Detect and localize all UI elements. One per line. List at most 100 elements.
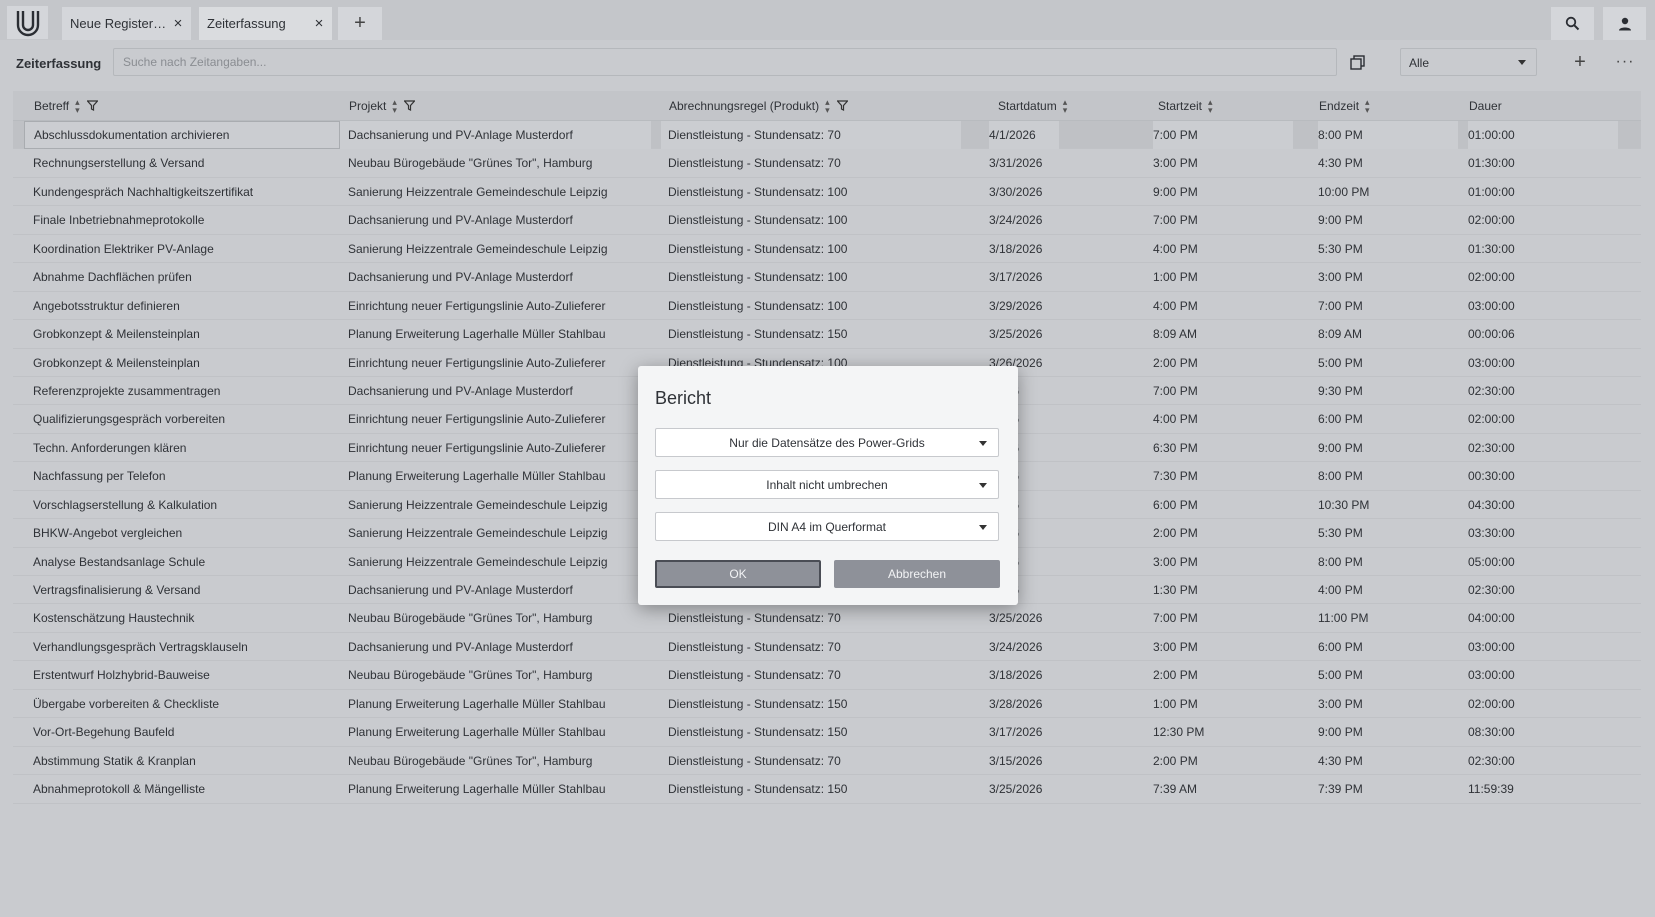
cell-startzeit[interactable]: 3:00 PM	[1153, 149, 1293, 177]
cell-abrechnungsregel[interactable]: Dienstleistung - Stundensatz: 100	[668, 292, 968, 320]
cell-dauer[interactable]: 01:30:00	[1468, 149, 1618, 177]
user-button[interactable]	[1603, 7, 1646, 40]
sort-icon[interactable]: ▴ ▾	[392, 97, 397, 114]
cell-endzeit[interactable]: 10:30 PM	[1318, 491, 1458, 519]
cell-startdatum[interactable]: 3/25/2026	[989, 775, 1059, 803]
column-header-endzeit[interactable]: Endzeit ▴ ▾	[1319, 91, 1370, 120]
cell-betreff[interactable]: Techn. Anforderungen klären	[24, 434, 340, 462]
cell-betreff[interactable]: BHKW-Angebot vergleichen	[24, 519, 340, 547]
cell-endzeit[interactable]: 4:30 PM	[1318, 747, 1458, 775]
more-button[interactable]: ···	[1613, 50, 1637, 74]
cell-abrechnungsregel[interactable]: Dienstleistung - Stundensatz: 100	[668, 178, 968, 206]
cell-dauer[interactable]: 01:30:00	[1468, 235, 1618, 263]
search-button[interactable]	[1551, 7, 1594, 40]
cell-dauer[interactable]: 02:30:00	[1468, 576, 1618, 604]
table-row[interactable]: Verhandlungsgespräch Vertragsklauseln Dac…	[13, 633, 1641, 662]
cell-abrechnungsregel[interactable]: Dienstleistung - Stundensatz: 70	[668, 747, 968, 775]
cell-betreff[interactable]: Referenzprojekte zusammentragen	[24, 377, 340, 405]
cell-projekt[interactable]: Sanierung Heizzentrale Gemeindeschule Le…	[340, 548, 651, 576]
cell-startdatum[interactable]: 3/17/2026	[989, 263, 1059, 291]
cell-betreff[interactable]: Kundengespräch Nachhaltigkeitszertifikat	[24, 178, 340, 206]
cell-startzeit[interactable]: 7:00 PM	[1153, 377, 1293, 405]
cell-dauer[interactable]: 03:00:00	[1468, 661, 1618, 689]
cell-dauer[interactable]: 00:30:00	[1468, 462, 1618, 490]
table-row[interactable]: Angebotsstruktur definieren Einrichtung n…	[13, 292, 1641, 321]
table-row[interactable]: Rechnungserstellung & Versand Neubau Büro…	[13, 149, 1641, 178]
cell-startzeit[interactable]: 4:00 PM	[1153, 292, 1293, 320]
cell-projekt[interactable]: Dachsanierung und PV-Anlage Musterdorf	[340, 121, 651, 149]
cell-dauer[interactable]: 03:00:00	[1468, 633, 1618, 661]
cell-abrechnungsregel[interactable]: Dienstleistung - Stundensatz: 70	[668, 604, 968, 632]
cell-projekt[interactable]: Dachsanierung und PV-Anlage Musterdorf	[340, 576, 651, 604]
filter-icon[interactable]	[86, 100, 98, 111]
sort-icon[interactable]: ▴ ▾	[825, 97, 830, 114]
cell-startzeit[interactable]: 2:00 PM	[1153, 519, 1293, 547]
cell-startzeit[interactable]: 7:00 PM	[1153, 604, 1293, 632]
add-tab-button[interactable]: +	[338, 7, 382, 40]
cell-startzeit[interactable]: 3:00 PM	[1153, 633, 1293, 661]
cell-startzeit[interactable]: 8:09 AM	[1153, 320, 1293, 348]
cell-endzeit[interactable]: 11:00 PM	[1318, 604, 1458, 632]
cell-endzeit[interactable]: 9:00 PM	[1318, 434, 1458, 462]
ok-button[interactable]: OK	[655, 560, 821, 588]
cell-startzeit[interactable]: 3:00 PM	[1153, 548, 1293, 576]
cell-betreff[interactable]: Abnahmeprotokoll & Mängelliste	[24, 775, 340, 803]
cell-betreff[interactable]: Finale Inbetriebnahmeprotokolle	[24, 206, 340, 234]
cell-projekt[interactable]: Sanierung Heizzentrale Gemeindeschule Le…	[340, 235, 651, 263]
cell-startdatum[interactable]: 3/24/2026	[989, 633, 1059, 661]
cell-projekt[interactable]: Neubau Bürogebäude "Grünes Tor", Hamburg	[340, 661, 651, 689]
cell-projekt[interactable]: Einrichtung neuer Fertigungslinie Auto-Z…	[340, 292, 651, 320]
cell-abrechnungsregel[interactable]: Dienstleistung - Stundensatz: 100	[668, 206, 968, 234]
cell-betreff[interactable]: Vertragsfinalisierung & Versand	[24, 576, 340, 604]
add-entry-button[interactable]: +	[1568, 50, 1592, 74]
filter-icon[interactable]	[403, 100, 415, 111]
cell-dauer[interactable]: 02:30:00	[1468, 747, 1618, 775]
cell-abrechnungsregel[interactable]: Dienstleistung - Stundensatz: 70	[661, 121, 961, 149]
cell-startdatum[interactable]: 3/31/2026	[989, 149, 1059, 177]
table-row[interactable]: Übergabe vorbereiten & Checkliste Planung…	[13, 690, 1641, 719]
cell-startdatum[interactable]: 3/24/2026	[989, 206, 1059, 234]
table-row[interactable]: Finale Inbetriebnahmeprotokolle Dachsanie…	[13, 206, 1641, 235]
cell-betreff[interactable]: Abstimmung Statik & Kranplan	[24, 747, 340, 775]
cell-projekt[interactable]: Dachsanierung und PV-Anlage Musterdorf	[340, 377, 651, 405]
cell-startzeit[interactable]: 6:30 PM	[1153, 434, 1293, 462]
cell-endzeit[interactable]: 6:00 PM	[1318, 633, 1458, 661]
table-row[interactable]: Erstentwurf Holzhybrid-Bauweise Neubau Bü…	[13, 661, 1641, 690]
cell-betreff[interactable]: Rechnungserstellung & Versand	[24, 149, 340, 177]
search-input[interactable]	[113, 48, 1337, 76]
cell-dauer[interactable]: 02:00:00	[1468, 263, 1618, 291]
cell-endzeit[interactable]: 10:00 PM	[1318, 178, 1458, 206]
cell-startzeit[interactable]: 1:30 PM	[1153, 576, 1293, 604]
cell-abrechnungsregel[interactable]: Dienstleistung - Stundensatz: 150	[668, 320, 968, 348]
cell-endzeit[interactable]: 5:00 PM	[1318, 661, 1458, 689]
format-select[interactable]: DIN A4 im Querformat	[655, 512, 999, 541]
table-row[interactable]: Vor-Ort-Begehung Baufeld Planung Erweiter…	[13, 718, 1641, 747]
cell-projekt[interactable]: Einrichtung neuer Fertigungslinie Auto-Z…	[340, 349, 651, 377]
table-row[interactable]: Abnahme Dachflächen prüfen Dachsanierung …	[13, 263, 1641, 292]
cell-projekt[interactable]: Planung Erweiterung Lagerhalle Müller St…	[340, 718, 651, 746]
copy-button[interactable]	[1345, 50, 1369, 74]
cell-startzeit[interactable]: 7:30 PM	[1153, 462, 1293, 490]
cell-endzeit[interactable]: 5:00 PM	[1318, 349, 1458, 377]
cell-betreff[interactable]: Erstentwurf Holzhybrid-Bauweise	[24, 661, 340, 689]
cell-dauer[interactable]: 02:30:00	[1468, 377, 1618, 405]
cell-dauer[interactable]: 01:00:00	[1468, 178, 1618, 206]
cancel-button[interactable]: Abbrechen	[834, 560, 1000, 588]
cell-endzeit[interactable]: 9:30 PM	[1318, 377, 1458, 405]
cell-abrechnungsregel[interactable]: Dienstleistung - Stundensatz: 70	[668, 149, 968, 177]
cell-abrechnungsregel[interactable]: Dienstleistung - Stundensatz: 100	[668, 263, 968, 291]
filter-select[interactable]: Alle	[1400, 48, 1537, 76]
column-header-startzeit[interactable]: Startzeit ▴ ▾	[1158, 91, 1213, 120]
cell-projekt[interactable]: Sanierung Heizzentrale Gemeindeschule Le…	[340, 519, 651, 547]
cell-betreff[interactable]: Verhandlungsgespräch Vertragsklauseln	[24, 633, 340, 661]
cell-startdatum[interactable]: 3/17/2026	[989, 718, 1059, 746]
cell-projekt[interactable]: Dachsanierung und PV-Anlage Musterdorf	[340, 206, 651, 234]
close-icon[interactable]: ×	[312, 15, 326, 32]
filter-icon[interactable]	[836, 100, 848, 111]
cell-dauer[interactable]: 04:30:00	[1468, 491, 1618, 519]
cell-startdatum[interactable]: 4/1/2026	[989, 121, 1059, 149]
cell-dauer[interactable]: 02:30:00	[1468, 434, 1618, 462]
cell-projekt[interactable]: Planung Erweiterung Lagerhalle Müller St…	[340, 775, 651, 803]
cell-startzeit[interactable]: 1:00 PM	[1153, 690, 1293, 718]
cell-projekt[interactable]: Neubau Bürogebäude "Grünes Tor", Hamburg	[340, 149, 651, 177]
